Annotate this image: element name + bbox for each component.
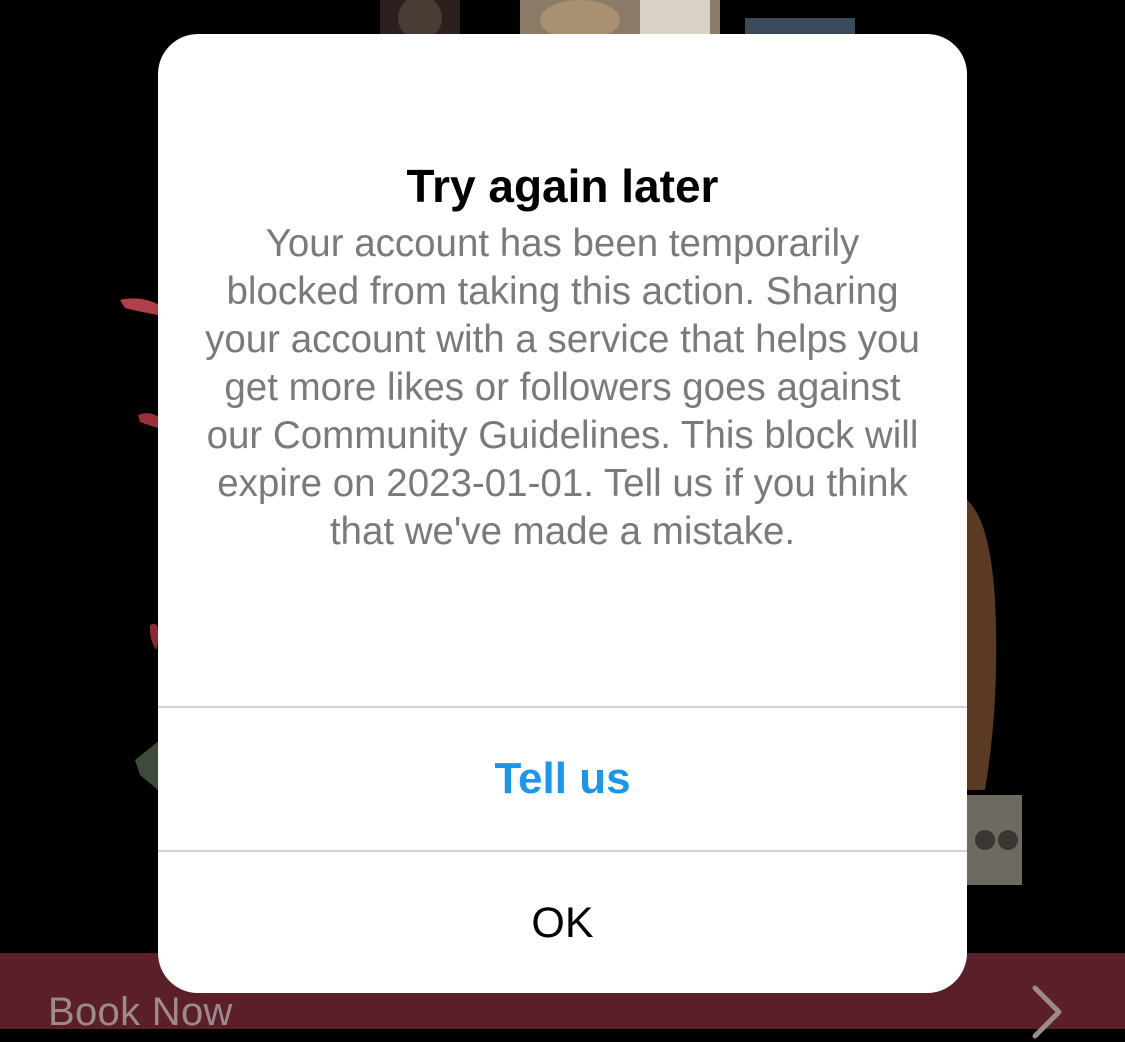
chevron-right-icon[interactable]	[1027, 982, 1067, 1042]
alert-dialog: Try again later Your account has been te…	[158, 34, 967, 993]
alert-title: Try again later	[406, 160, 719, 212]
ok-button[interactable]: OK	[158, 852, 967, 993]
alert-message: Your account has been temporarily blocke…	[205, 222, 920, 553]
book-now-label[interactable]: Book Now	[48, 990, 233, 1035]
tell-us-button[interactable]: Tell us	[158, 708, 967, 850]
